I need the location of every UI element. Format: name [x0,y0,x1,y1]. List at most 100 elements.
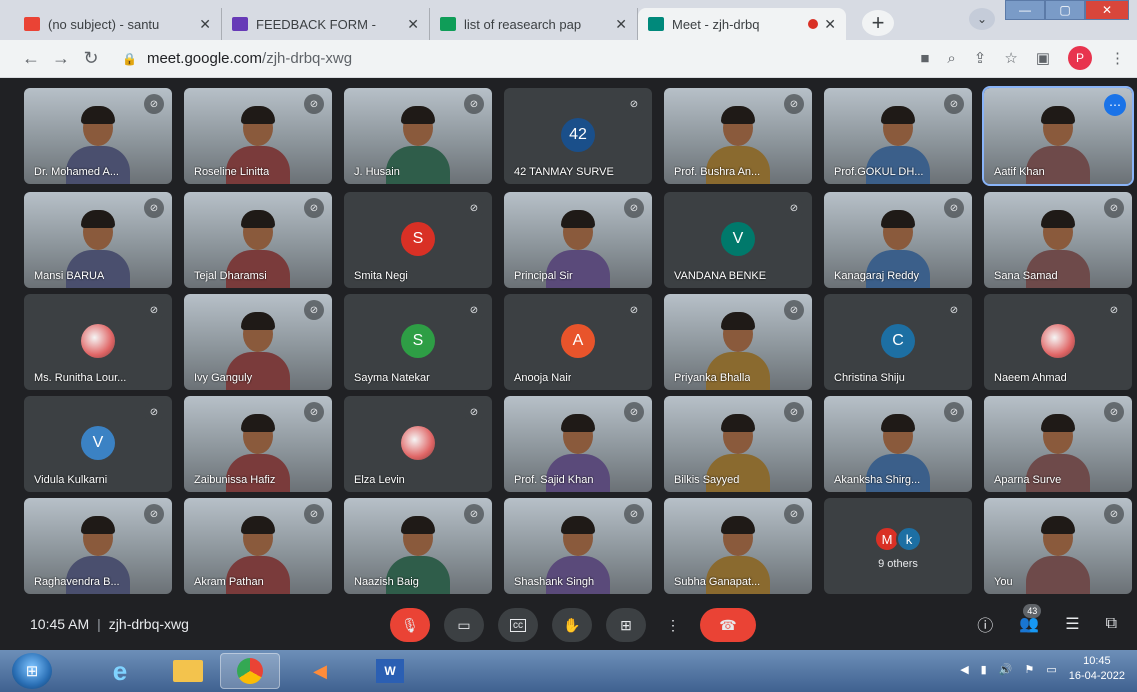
browser-tab-strip: (no subject) - santu ✕ FEEDBACK FORM - ✕ lis… [0,0,1137,40]
side-panel-icon[interactable]: ▣ [1036,49,1050,67]
participant-name: Kanagaraj Reddy [834,270,920,282]
participant-tile[interactable]: ⊘ Kanagaraj Reddy [824,192,972,288]
participant-tile[interactable]: ⊘ Naazish Baig [344,498,492,594]
participant-tile[interactable]: ⊘ Shashank Singh [504,498,652,594]
mic-muted-icon: ⊘ [464,300,484,320]
present-button[interactable]: ⊞ [606,608,646,642]
participant-tile[interactable]: ⊘ Dr. Mohamed A... [24,88,172,184]
reload-icon[interactable]: ↻ [76,48,106,69]
participant-tile[interactable]: ⊘ Sana Samad [984,192,1132,288]
forward-icon[interactable]: → [46,48,76,69]
share-icon[interactable]: ⇪ [974,49,987,67]
participant-tile[interactable]: S ⊘ Smita Negi [344,192,492,288]
browser-tab[interactable]: (no subject) - santu ✕ [14,8,222,40]
tab-search-icon[interactable]: ⌄ [969,8,995,30]
participant-tile[interactable]: ⊘ You [984,498,1132,594]
others-avatar: k [896,526,922,552]
raise-hand-button[interactable]: ✋ [552,608,592,642]
participant-tile[interactable]: ⊘ Elza Levin [344,396,492,492]
profile-avatar[interactable]: P [1068,46,1092,70]
tray-arrow-icon[interactable]: ◀ [960,663,968,676]
info-icon[interactable]: ⓘ [977,612,993,636]
participant-avatar: V [721,222,755,256]
participant-tile[interactable]: ⊘ Mansi BARUA [24,192,172,288]
start-button[interactable]: ⊞ [12,653,52,689]
volume-icon[interactable]: 🔊 [999,663,1013,676]
camera-toggle-button[interactable]: ▭ [444,608,484,642]
participant-tile[interactable]: V ⊘ VANDANA BENKE [664,192,812,288]
video-feed [1026,516,1090,594]
participant-tile[interactable]: ⊘ Akram Pathan [184,498,332,594]
close-window-icon[interactable]: ✕ [1085,0,1129,20]
lock-icon[interactable]: 🔒 [122,52,137,66]
participant-avatar: V [81,426,115,460]
participant-tile[interactable]: ⊘ Subha Ganapat... [664,498,812,594]
meeting-time: 10:45 AM [30,616,90,632]
activities-icon[interactable]: ⧉ [1106,615,1117,633]
participant-tile[interactable]: ⊘ Ivy Ganguly [184,294,332,390]
participant-tile[interactable]: ⊘ Raghavendra B... [24,498,172,594]
participant-tile[interactable]: ⊘ Aparna Surve [984,396,1132,492]
close-tab-icon[interactable]: ✕ [199,16,211,33]
participant-tile[interactable]: ⋯ Aatif Khan [982,86,1134,186]
internet-explorer-app[interactable]: e [90,653,150,689]
more-options-button[interactable]: ⋮ [660,608,686,642]
participant-tile[interactable]: ⊘ Ms. Runitha Lour... [24,294,172,390]
participant-tile[interactable]: ⊘ Prof.GOKUL DH... [824,88,972,184]
participant-tile[interactable]: ⊘ Principal Sir [504,192,652,288]
menu-kebab-icon[interactable]: ⋮ [1110,49,1125,67]
word-app[interactable]: W [360,653,420,689]
mic-muted-icon: ⊘ [144,94,164,114]
participant-tile[interactable]: 42 ⊘ 42 TANMAY SURVE [504,88,652,184]
participant-tile[interactable]: C ⊘ Christina Shiju [824,294,972,390]
participant-tile[interactable]: A ⊘ Anooja Nair [504,294,652,390]
bookmark-star-icon[interactable]: ☆ [1004,49,1017,67]
captions-button[interactable]: cc [498,608,538,642]
participant-tile[interactable]: ⊘ Tejal Dharamsi [184,192,332,288]
participant-name: Naeem Ahmad [994,372,1067,384]
others-tile[interactable]: Mk 9 others [824,498,972,594]
display-icon[interactable]: ▭ [1046,663,1056,676]
explorer-app[interactable] [158,653,218,689]
participant-name: Ivy Ganguly [194,372,253,384]
network-icon[interactable]: ▮ [981,663,987,676]
url-field[interactable]: 🔒 meet.google.com /zjh-drbq-xwg [122,50,352,67]
close-tab-icon[interactable]: ✕ [407,16,419,33]
participant-tile[interactable]: V ⊘ Vidula Kulkarni [24,396,172,492]
participant-tile[interactable]: S ⊘ Sayma Natekar [344,294,492,390]
participant-tile[interactable]: ⊘ Akanksha Shirg... [824,396,972,492]
close-tab-icon[interactable]: ✕ [615,16,627,33]
people-button[interactable]: 43 👥 [1019,604,1042,634]
participant-tile[interactable]: ⊘ J. Husain [344,88,492,184]
chat-icon[interactable]: ☰ [1065,614,1079,634]
participant-avatar: A [561,324,595,358]
participant-tile[interactable]: ⊘ Prof. Bushra An... [664,88,812,184]
leave-call-button[interactable]: ☎ [700,608,756,642]
participant-tile[interactable]: ⊘ Roseline Linitta [184,88,332,184]
participant-tile[interactable]: ⊘ Prof. Sajid Khan [504,396,652,492]
chrome-app[interactable] [220,653,280,689]
taskbar-clock[interactable]: 10:45 16-04-2022 [1069,654,1125,684]
participant-tile[interactable]: ⊘ Zaibunissa Hafiz [184,396,332,492]
media-player-app[interactable]: ◀ [290,653,350,689]
maximize-icon[interactable]: ▢ [1045,0,1085,20]
mic-toggle-button[interactable]: 🎙 [390,608,430,642]
participant-tile[interactable]: ⊘ Naeem Ahmad [984,294,1132,390]
new-tab-button[interactable]: + [862,10,894,36]
zoom-icon[interactable]: ⌕ [947,50,955,67]
minimize-icon[interactable]: — [1005,0,1045,20]
close-tab-icon[interactable]: ✕ [824,16,836,33]
browser-tab[interactable]: list of reasearch pap ✕ [430,8,638,40]
video-icon: ▭ [457,616,471,633]
camera-icon[interactable]: ■ [920,50,929,67]
mic-muted-icon: ⊘ [1104,402,1124,422]
browser-tab[interactable]: FEEDBACK FORM - ✕ [222,8,430,40]
browser-tab[interactable]: Meet - zjh-drbq ✕ [638,8,846,40]
mic-muted-icon: ⊘ [464,94,484,114]
back-icon[interactable]: ← [16,48,46,69]
participant-tile[interactable]: ⊘ Priyanka Bhalla [664,294,812,390]
tile-options-icon[interactable]: ⋯ [1104,94,1126,116]
participant-avatar: S [401,324,435,358]
participant-tile[interactable]: ⊘ Bilkis Sayyed [664,396,812,492]
flag-icon[interactable]: ⚑ [1024,663,1034,676]
